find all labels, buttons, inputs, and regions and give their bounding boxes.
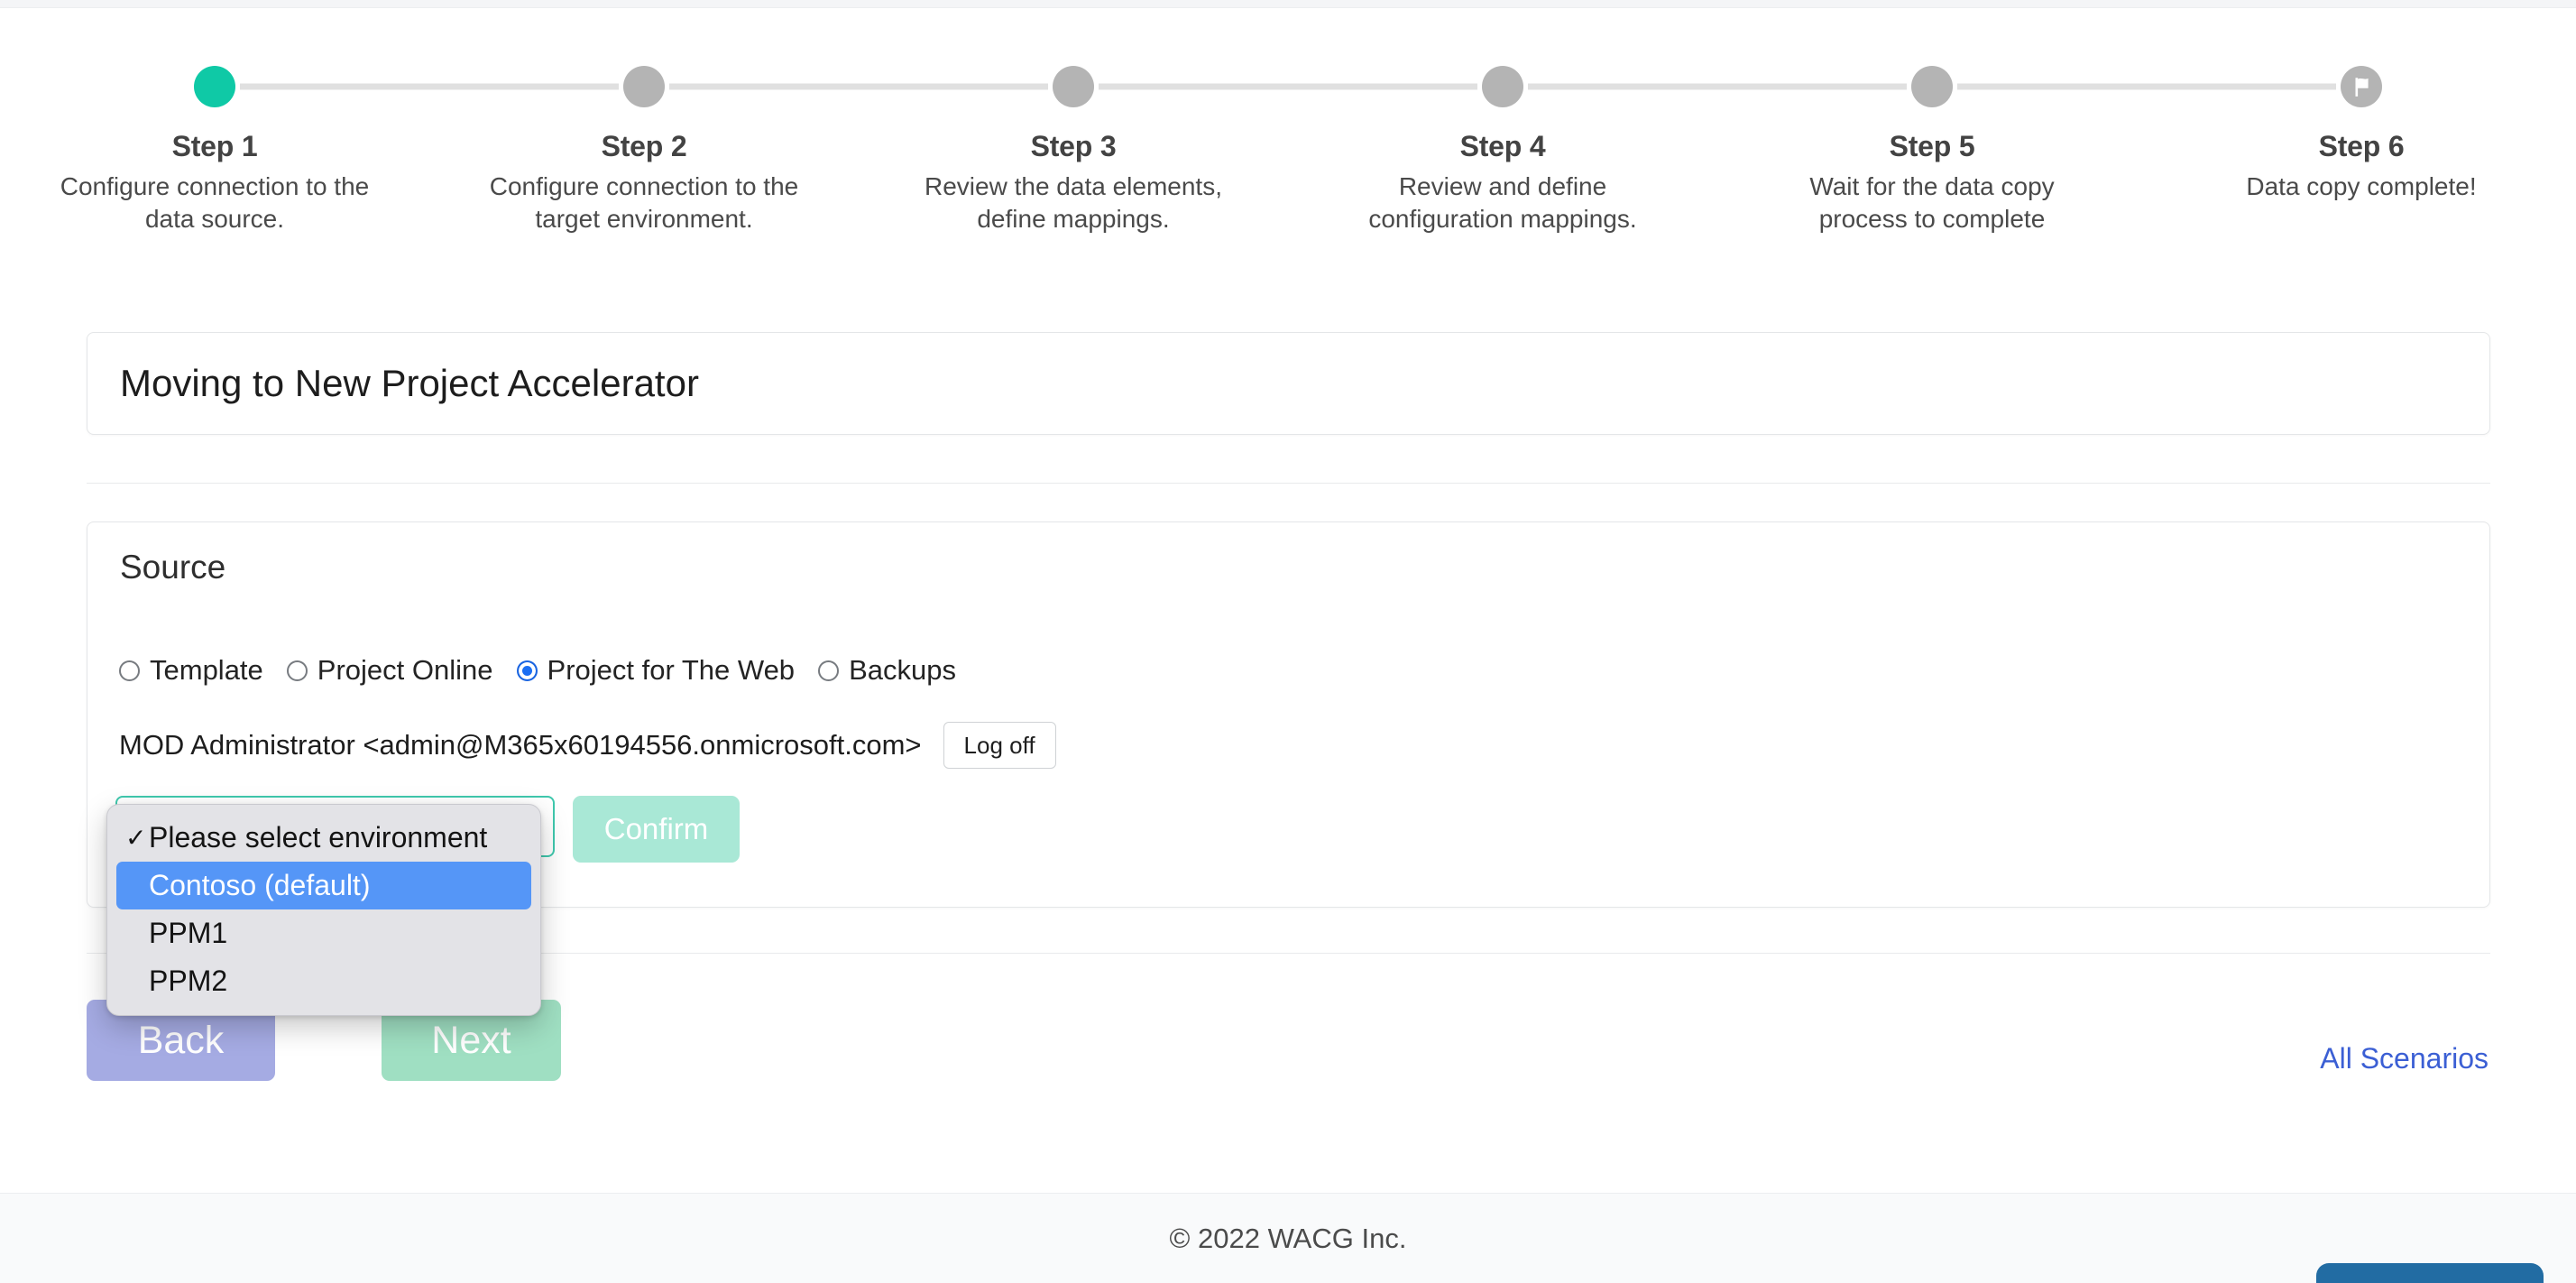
dropdown-option-please-select-environment[interactable]: ✓ Please select environment — [107, 814, 540, 862]
stepper-connector-right — [1957, 83, 2147, 90]
stepper-step-title: Step 3 — [1030, 130, 1117, 162]
dropdown-option-label: Please select environment — [149, 821, 488, 854]
stepper-step-4[interactable]: Step 4 Review and define configuration m… — [1288, 54, 1717, 235]
circle-icon — [1482, 66, 1523, 107]
environment-dropdown-popup[interactable]: ✓ Please select environment Contoso (def… — [106, 804, 541, 1016]
stepper-connector-left — [429, 83, 619, 90]
dropdown-option-label: PPM2 — [149, 965, 228, 997]
stepper-step-desc: Configure connection to the target envir… — [489, 172, 799, 233]
stepper-step-title: Step 4 — [1459, 130, 1546, 162]
stepper-bubble-row — [1288, 54, 1717, 119]
top-navbar-strip — [0, 0, 2576, 8]
page-root: Step 1 Configure connection to the data … — [0, 0, 2576, 1283]
stepper-step-desc: Wait for the data copy process to comple… — [1809, 172, 2055, 233]
stepper-connector-right — [240, 83, 429, 90]
stepper-step-desc: Configure connection to the data source. — [60, 172, 370, 233]
stepper-connector-left — [859, 83, 1048, 90]
stepper-bubble-row — [1717, 54, 2147, 119]
circle-icon — [194, 66, 235, 107]
source-type-radio-group: Template Project Online Project for The … — [119, 654, 980, 687]
circle-icon — [1911, 66, 1953, 107]
radio-option-backups[interactable]: Backups — [818, 654, 956, 687]
stepper-step-5[interactable]: Step 5 Wait for the data copy process to… — [1717, 54, 2147, 235]
stepper-step-title: Step 1 — [171, 130, 258, 162]
radio-circle-icon[interactable] — [119, 660, 140, 681]
radio-circle-checked-icon[interactable] — [516, 660, 538, 681]
stepper-connector-left — [1288, 83, 1477, 90]
stepper-step-title: Step 2 — [601, 130, 687, 162]
stepper-step-1[interactable]: Step 1 Configure connection to the data … — [0, 54, 429, 235]
stepper-step-3[interactable]: Step 3 Review the data elements, define … — [859, 54, 1288, 235]
flag-icon — [2341, 66, 2382, 107]
radio-circle-icon[interactable] — [818, 660, 840, 681]
radio-label: Project Online — [317, 654, 493, 686]
check-icon: ✓ — [125, 824, 147, 852]
radio-option-project-online[interactable]: Project Online — [286, 654, 493, 687]
stepper-bubble-row — [2147, 54, 2576, 119]
stepper-connector-right — [1528, 83, 1717, 90]
stepper-step-6[interactable]: Step 6 Data copy complete! — [2147, 54, 2576, 203]
progress-stepper: Step 1 Configure connection to the data … — [0, 54, 2576, 235]
radio-label: Template — [150, 654, 263, 686]
all-scenarios-link[interactable]: All Scenarios — [2320, 1042, 2489, 1075]
log-off-button[interactable]: Log off — [943, 722, 1056, 769]
page-title-card: Moving to New Project Accelerator — [87, 332, 2490, 435]
dropdown-option-contoso-default[interactable]: Contoso (default) — [116, 862, 531, 909]
dropdown-option-ppm2[interactable]: PPM2 — [107, 957, 540, 1005]
section-divider-top — [87, 483, 2490, 484]
dropdown-option-label: Contoso (default) — [149, 869, 371, 901]
stepper-connector-left — [2147, 83, 2336, 90]
radio-option-template[interactable]: Template — [119, 654, 263, 687]
stepper-step-desc: Review and define configuration mappings… — [1368, 172, 1637, 233]
account-text: MOD Administrator <admin@M365x60194556.o… — [119, 729, 922, 761]
stepper-bubble-row — [859, 54, 1288, 119]
source-heading: Source — [120, 549, 226, 586]
radio-label: Project for The Web — [547, 654, 796, 686]
stepper-connector-left — [1717, 83, 1907, 90]
stepper-step-title: Step 6 — [2318, 130, 2405, 162]
stepper-step-desc: Review the data elements, define mapping… — [925, 172, 1222, 233]
confirm-button[interactable]: Confirm — [573, 796, 740, 863]
footer-copyright: © 2022 WACG Inc. — [1169, 1222, 1407, 1254]
radio-circle-icon[interactable] — [286, 660, 308, 681]
radio-option-project-for-the-web[interactable]: Project for The Web — [516, 654, 796, 687]
stepper-connector-right — [1099, 83, 1288, 90]
circle-icon — [623, 66, 665, 107]
page-title: Moving to New Project Accelerator — [120, 362, 699, 404]
stepper-step-2[interactable]: Step 2 Configure connection to the targe… — [429, 54, 859, 235]
stepper-step-title: Step 5 — [1889, 130, 1975, 162]
stepper-bubble-row — [0, 54, 429, 119]
dropdown-option-ppm1[interactable]: PPM1 — [107, 909, 540, 957]
circle-icon — [1053, 66, 1094, 107]
signed-in-account-row: MOD Administrator <admin@M365x60194556.o… — [119, 722, 1056, 769]
stepper-bubble-row — [429, 54, 859, 119]
page-footer: © 2022 WACG Inc. — [0, 1193, 2576, 1283]
chat-support-widget[interactable] — [2316, 1263, 2544, 1283]
dropdown-option-label: PPM1 — [149, 917, 228, 949]
stepper-step-desc: Data copy complete! — [2246, 172, 2477, 200]
stepper-connector-right — [669, 83, 859, 90]
radio-label: Backups — [849, 654, 956, 686]
